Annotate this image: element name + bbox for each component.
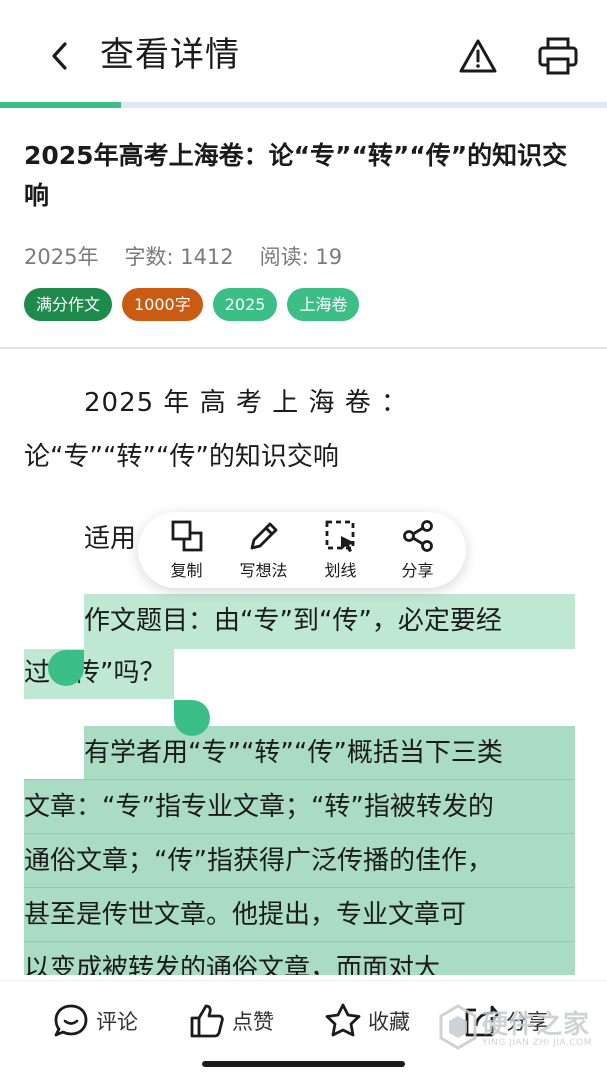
content-line: 适用 (84, 524, 137, 554)
watermark-subtitle: YING JIAN ZHI JIA.COM (482, 1038, 593, 1048)
content-line: 2025 年 高 考 上 海 卷 ： (84, 388, 409, 418)
content-line: 有学者用“专”“转”“传”概括当下三类 (84, 738, 503, 768)
content-line: 甚至是传世文章。他提出，专业文章可 (24, 900, 467, 930)
like-label: 点赞 (232, 1010, 274, 1034)
content-line: 以变成被转发的通俗文章，而面对大 (24, 954, 441, 975)
back-button[interactable] (40, 36, 80, 76)
content-line: 过 (24, 658, 51, 688)
content-line: 通俗文章；“传”指获得广泛传播的佳作， (24, 846, 493, 876)
content-line: 文章：“专”指专业文章；“转”指被转发的 (24, 792, 494, 822)
article-meta: 2025年 字数: 1412 阅读: 19 (24, 240, 342, 274)
printer-icon (538, 37, 578, 75)
tag-full-score[interactable]: 满分作文 (24, 288, 113, 321)
article-content[interactable]: 2025 年 高 考 上 海 卷 ： 论“专”“转”“传”的知识交响 适用 作文… (0, 350, 607, 975)
site-watermark: 硬件之家 YING JIAN ZHI JIA.COM (438, 1000, 603, 1058)
underline-select-icon (325, 520, 355, 552)
favorite-label: 收藏 (368, 1010, 410, 1034)
header-divider (0, 347, 607, 349)
watermark-title: 硬件之家 (482, 1010, 591, 1040)
content-line: 论“专”“转”“传”的知识交响 (24, 442, 339, 472)
selection-menu: 复制 写想法 划线 分享 (138, 512, 466, 588)
underline-label: 划线 (324, 561, 357, 580)
pencil-icon (250, 522, 277, 550)
favorite-button[interactable]: 收藏 (324, 1001, 410, 1041)
tag-region[interactable]: 上海卷 (287, 288, 360, 321)
write-note-label: 写想法 (239, 561, 288, 580)
print-button[interactable] (536, 34, 580, 78)
share-icon (402, 520, 433, 552)
reading-progress-bar (0, 102, 607, 108)
chevron-left-icon (52, 42, 67, 70)
content-line: 传”吗？ (74, 658, 166, 688)
page-title: 查看详情 (100, 35, 240, 75)
app-header: 查看详情 (0, 0, 607, 108)
tag-word-count[interactable]: 1000字 (122, 288, 203, 321)
star-icon (325, 1003, 361, 1037)
warning-triangle-icon (459, 39, 497, 73)
meta-year: 2025年 (24, 245, 99, 269)
content-line: 作文题目：由“专”到“传”，必定要经 (84, 606, 502, 636)
selection-start-handle[interactable] (48, 650, 84, 686)
report-button[interactable] (456, 36, 500, 76)
home-indicator[interactable] (202, 1061, 405, 1067)
hexagon-logo-icon (439, 1004, 477, 1050)
share-selection-button[interactable]: 分享 (382, 519, 454, 581)
meta-word-count: 字数: 1412 (124, 245, 234, 269)
write-note-button[interactable]: 写想法 (228, 519, 300, 581)
underline-button[interactable]: 划线 (305, 519, 377, 581)
comment-bubble-icon (54, 1004, 88, 1037)
comment-button[interactable]: 评论 (52, 1001, 138, 1041)
selection-end-handle[interactable] (174, 700, 210, 736)
tag-year[interactable]: 2025 (212, 288, 278, 321)
copy-label: 复制 (170, 561, 203, 580)
meta-reads: 阅读: 19 (259, 245, 343, 269)
like-button[interactable]: 点赞 (188, 1001, 274, 1041)
copy-button[interactable]: 复制 (151, 519, 223, 581)
copy-icon (171, 520, 202, 552)
article-title: 2025年高考上海卷：论“专”“转”“传”的知识交响 (24, 141, 568, 210)
thumbs-up-icon (190, 1004, 224, 1038)
reading-progress-fill (0, 102, 122, 108)
tag-list: 满分作文 1000字 2025 上海卷 (24, 288, 360, 321)
comment-label: 评论 (96, 1010, 138, 1034)
share-selection-label: 分享 (401, 561, 434, 580)
